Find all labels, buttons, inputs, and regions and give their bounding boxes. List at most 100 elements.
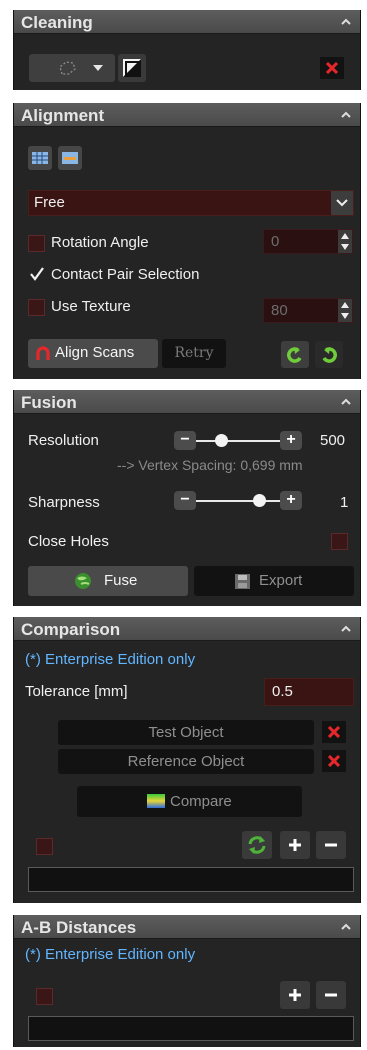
ab-distances-header[interactable]: A-B Distances <box>14 915 360 939</box>
resolution-slider-track[interactable] <box>196 440 280 442</box>
reference-object-button[interactable]: Reference Object <box>58 749 314 774</box>
ab-distances-panel: A-B Distances (*) Enterprise Edition onl… <box>13 915 361 1047</box>
sharpness-slider-knob[interactable] <box>252 494 266 507</box>
vertex-spacing-text: --> Vertex Spacing: 0,699 mm <box>117 457 303 473</box>
selection-tool-dropdown[interactable] <box>29 54 115 82</box>
ab-distances-note: (*) Enterprise Edition only <box>25 946 196 963</box>
fusion-title: Fusion <box>21 393 77 412</box>
cleaning-header[interactable]: Cleaning <box>14 10 360 34</box>
test-object-button[interactable]: Test Object <box>58 720 314 745</box>
spin-down-icon <box>341 313 349 319</box>
export-label: Export <box>259 572 303 589</box>
save-disk-icon <box>235 574 250 589</box>
use-texture-spinbox[interactable]: 80 <box>263 298 353 323</box>
contact-pair-checkbox[interactable] <box>28 266 45 283</box>
test-object-label: Test Object <box>148 724 224 741</box>
contact-pair-label: Contact Pair Selection <box>51 266 200 283</box>
undo-icon <box>287 347 302 363</box>
chevron-down-icon <box>336 199 348 207</box>
resolution-increase-button[interactable]: + <box>280 431 302 450</box>
chevron-down-icon <box>93 65 103 71</box>
close-icon <box>326 62 338 74</box>
color-scale-icon <box>147 794 165 808</box>
comparison-results-box[interactable] <box>28 867 354 892</box>
tolerance-label: Tolerance [mm] <box>25 683 128 700</box>
retry-button[interactable]: Retry <box>162 339 226 368</box>
clear-test-object-button[interactable] <box>322 721 346 743</box>
comparison-header[interactable]: Comparison <box>14 617 360 641</box>
collapse-icon[interactable] <box>341 398 351 406</box>
cleaning-panel: Cleaning <box>13 10 361 90</box>
rotation-angle-value: 0 <box>271 233 280 250</box>
list-view-button[interactable] <box>58 146 82 170</box>
add-button[interactable] <box>280 831 310 859</box>
invert-selection-button[interactable] <box>118 54 146 82</box>
magnet-icon <box>36 346 50 360</box>
fuse-label: Fuse <box>104 572 138 589</box>
sharpness-slider-track[interactable] <box>196 500 280 502</box>
rotation-angle-checkbox[interactable] <box>28 235 45 252</box>
collapse-icon[interactable] <box>341 625 351 633</box>
reference-object-label: Reference Object <box>127 753 245 770</box>
collapse-icon[interactable] <box>341 111 351 119</box>
spin-arrows[interactable] <box>338 230 352 253</box>
sharpness-decrease-button[interactable]: − <box>174 491 196 510</box>
cleaning-title: Cleaning <box>21 13 93 32</box>
lasso-icon <box>59 61 76 75</box>
fusion-header[interactable]: Fusion <box>14 390 360 414</box>
minus-icon <box>325 843 337 847</box>
comparison-checkbox[interactable] <box>36 838 53 855</box>
rotation-angle-spinbox[interactable]: 0 <box>263 229 353 254</box>
resolution-label: Resolution <box>28 432 99 449</box>
use-texture-label: Use Texture <box>51 298 131 315</box>
ab-distances-title: A-B Distances <box>21 918 137 937</box>
invert-selection-icon <box>123 59 141 77</box>
comparison-title: Comparison <box>21 620 121 639</box>
sharpness-value: 1 <box>340 494 349 511</box>
spin-arrows[interactable] <box>338 299 352 322</box>
tolerance-input[interactable]: 0.5 <box>264 678 354 706</box>
align-scans-button[interactable]: Align Scans <box>28 339 158 368</box>
undo-button[interactable] <box>281 341 309 368</box>
alignment-mode-select[interactable]: Free <box>28 190 354 216</box>
select-arrow <box>331 191 353 215</box>
compare-button[interactable]: Compare <box>77 786 302 817</box>
comparison-panel: Comparison (*) Enterprise Edition only T… <box>13 617 361 903</box>
resolution-slider-knob[interactable] <box>214 434 228 447</box>
grid-view-button[interactable] <box>28 146 52 170</box>
globe-icon <box>75 573 91 589</box>
resolution-decrease-button[interactable]: − <box>174 431 196 450</box>
compare-label: Compare <box>170 793 232 810</box>
retry-label: Retry <box>174 345 214 361</box>
clear-selection-button[interactable] <box>320 57 344 79</box>
remove-button[interactable] <box>316 981 346 1009</box>
fuse-button[interactable]: Fuse <box>28 566 188 596</box>
alignment-mode-value: Free <box>34 194 65 211</box>
collapse-icon[interactable] <box>341 18 351 26</box>
remove-button[interactable] <box>316 831 346 859</box>
alignment-title: Alignment <box>21 106 105 125</box>
table-icon <box>32 152 48 164</box>
alignment-header[interactable]: Alignment <box>14 103 360 127</box>
redo-button[interactable] <box>315 341 343 368</box>
ab-distances-checkbox[interactable] <box>36 988 53 1005</box>
resolution-value: 500 <box>320 432 346 449</box>
spin-down-icon <box>341 244 349 250</box>
spin-up-icon <box>341 302 349 308</box>
refresh-button[interactable] <box>242 831 272 859</box>
checkmark-icon <box>30 267 44 281</box>
panel-icon <box>62 152 78 164</box>
comparison-note: (*) Enterprise Edition only <box>25 651 196 668</box>
ab-distances-results-box[interactable] <box>28 1016 354 1041</box>
close-icon <box>328 755 340 767</box>
refresh-icon <box>248 836 266 854</box>
add-button[interactable] <box>280 981 310 1009</box>
close-holes-checkbox[interactable] <box>331 533 348 550</box>
sharpness-increase-button[interactable]: + <box>280 491 302 510</box>
fusion-panel: Fusion Resolution − + 500 --> Vertex Spa… <box>13 390 361 606</box>
minus-icon <box>325 993 337 997</box>
use-texture-checkbox[interactable] <box>28 299 45 316</box>
clear-reference-object-button[interactable] <box>322 750 346 772</box>
export-button[interactable]: Export <box>194 566 354 596</box>
collapse-icon[interactable] <box>341 923 351 931</box>
